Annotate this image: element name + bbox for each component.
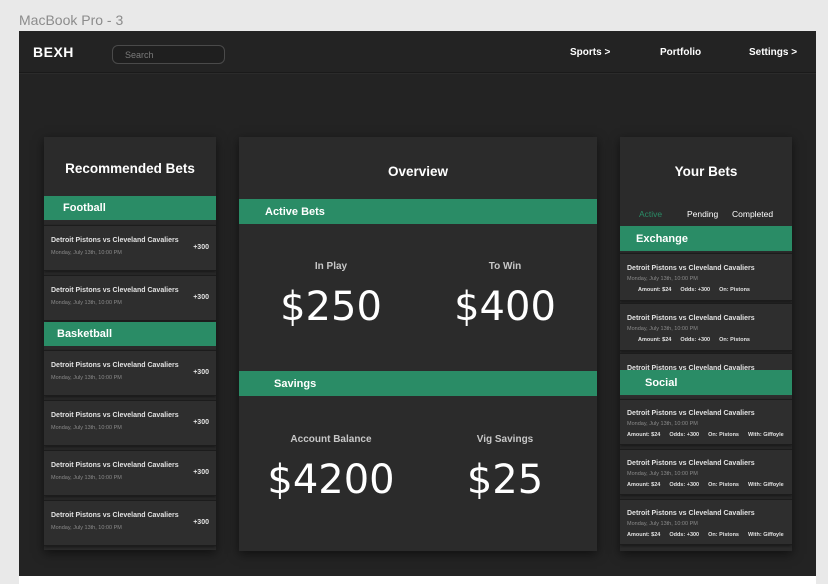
in-play-value: $250 [280,284,382,330]
bet-matchup: Detroit Pistons vs Cleveland Cavaliers [627,265,755,272]
social-section-header[interactable]: Social [620,370,792,395]
bet-odds: Odds: +300 [669,532,700,538]
recommended-bet-card[interactable]: Detroit Pistons vs Cleveland Cavaliers M… [44,350,216,396]
bet-matchup: Detroit Pistons vs Cleveland Cavaliers [51,512,179,519]
bet-pick: On: Pistons [708,432,739,438]
app-window: BEXH Sports > Portfolio Settings > Recom… [19,31,816,576]
bet-matchup: Detroit Pistons vs Cleveland Cavaliers [51,362,179,369]
bet-date: Monday, July 13th, 10:00 PM [627,326,698,332]
bet-pick: On: Pistons [708,482,739,488]
account-balance-label: Account Balance [290,434,372,445]
nav-sports[interactable]: Sports > [570,47,610,58]
bet-date: Monday, July 13th, 10:00 PM [51,525,122,531]
bet-odds: Odds: +300 [680,337,711,343]
bet-matchup: Detroit Pistons vs Cleveland Cavaliers [627,510,755,517]
your-bets-panel: Your Bets Active Pending Completed Excha… [620,137,792,551]
account-balance-value: $4200 [267,457,395,503]
bet-odds: Odds: +300 [669,432,700,438]
bet-date: Monday, July 13th, 10:00 PM [627,276,698,282]
overview-title: Overview [387,164,449,179]
bet-odds: Odds: +300 [669,482,700,488]
bet-odds: +300 [193,519,209,526]
your-bets-title: Your Bets [674,164,738,179]
social-bet-card[interactable]: Detroit Pistons vs Cleveland Cavaliers M… [620,449,792,495]
recommended-bet-card[interactable]: Detroit Pistons vs Cleveland Cavaliers M… [44,400,216,446]
bet-odds: +300 [193,469,209,476]
bet-details: Amount: $24 Odds: +300 On: Pistons [638,337,759,343]
bet-odds: Odds: +300 [680,287,711,293]
search-input[interactable] [112,45,225,64]
bet-date: Monday, July 13th, 10:00 PM [51,250,122,256]
vig-savings-value: $25 [466,457,544,503]
tab-pending[interactable]: Pending [687,209,718,219]
bet-pick: On: Pistons [708,532,739,538]
canvas-strip [19,576,816,584]
vig-savings-label: Vig Savings [476,434,534,445]
social-bet-card[interactable]: Detroit Pistons vs Cleveland Cavaliers M… [620,499,792,545]
bet-details: Amount: $24 Odds: +300 On: Pistons With: Gi… [627,532,792,538]
recommended-bet-card[interactable]: Detroit Pistons vs Cleveland Cavaliers M… [44,450,216,496]
bet-amount: Amount: $24 [627,532,661,538]
bet-matchup: Detroit Pistons vs Cleveland Cavaliers [627,460,755,467]
bet-pick: On: Pistons [719,287,750,293]
overview-panel: Overview Active Bets In Play $250 To Win… [239,137,597,551]
bet-matchup: Detroit Pistons vs Cleveland Cavaliers [627,410,755,417]
bet-date: Monday, July 13th, 10:00 PM [51,300,122,306]
bet-odds: +300 [193,419,209,426]
nav-portfolio[interactable]: Portfolio [660,47,701,58]
bet-matchup: Detroit Pistons vs Cleveland Cavaliers [51,237,179,244]
bet-amount: Amount: $24 [638,337,672,343]
bet-matchup: Detroit Pistons vs Cleveland Cavaliers [51,462,179,469]
to-win-value: $400 [454,284,556,330]
recommended-bet-card[interactable]: Detroit Pistons vs Cleveland Cavaliers M… [44,225,216,271]
bet-matchup: Detroit Pistons vs Cleveland Cavaliers [51,412,179,419]
bet-date: Monday, July 13th, 10:00 PM [51,375,122,381]
recommended-bet-card[interactable]: Detroit Pistons vs Cleveland Cavaliers M… [44,500,216,546]
exchange-bet-card[interactable]: Detroit Pistons vs Cleveland Cavaliers M… [620,253,792,301]
tab-completed[interactable]: Completed [732,209,773,219]
bet-date: Monday, July 13th, 10:00 PM [51,475,122,481]
bet-date: Monday, July 13th, 10:00 PM [627,471,698,477]
exchange-bet-card[interactable]: Detroit Pistons vs Cleveland Cavaliers M… [620,303,792,351]
bet-odds: +300 [193,244,209,251]
social-bet-card[interactable]: Detroit Pistons vs Cleveland Cavaliers M… [620,399,792,445]
bet-date: Monday, July 13th, 10:00 PM [627,521,698,527]
top-navigation-bar: BEXH Sports > Portfolio Settings > [19,31,816,73]
bet-amount: Amount: $24 [627,482,661,488]
recommended-bets-title: Recommended Bets [65,161,195,176]
recommended-bets-panel: Recommended Bets Football Detroit Piston… [44,137,216,550]
bet-pick: On: Pistons [719,337,750,343]
bet-matchup: Detroit Pistons vs Cleveland Cavaliers [51,287,179,294]
bet-amount: Amount: $24 [638,287,672,293]
nav-settings[interactable]: Settings > [749,47,797,58]
basketball-section-header[interactable]: Basketball [44,322,216,346]
bet-odds: +300 [193,369,209,376]
bet-details: Amount: $24 Odds: +300 On: Pistons [638,287,759,293]
bet-partner: With: Giffoyle [748,532,784,538]
to-win-label: To Win [488,261,522,272]
artboard-label: MacBook Pro - 3 [19,12,124,28]
bet-details: Amount: $24 Odds: +300 On: Pistons With: Gi… [627,432,792,438]
app-logo[interactable]: BEXH [33,44,74,60]
bet-date: Monday, July 13th, 10:00 PM [51,425,122,431]
bet-details: Amount: $24 Odds: +300 On: Pistons With: Gi… [627,482,792,488]
bet-date: Monday, July 13th, 10:00 PM [627,421,698,427]
savings-section-header: Savings [239,371,597,396]
in-play-label: In Play [314,261,348,272]
recommended-bet-card[interactable]: Detroit Pistons vs Cleveland Cavaliers M… [44,275,216,321]
tab-active[interactable]: Active [639,209,662,219]
exchange-section-header[interactable]: Exchange [620,226,792,251]
active-bets-section-header: Active Bets [239,199,597,224]
bet-matchup: Detroit Pistons vs Cleveland Cavaliers [627,315,755,322]
football-section-header[interactable]: Football [44,196,216,220]
bet-odds: +300 [193,294,209,301]
bet-amount: Amount: $24 [627,432,661,438]
bet-partner: With: Giffoyle [748,432,784,438]
bet-partner: With: Giffoyle [748,482,784,488]
